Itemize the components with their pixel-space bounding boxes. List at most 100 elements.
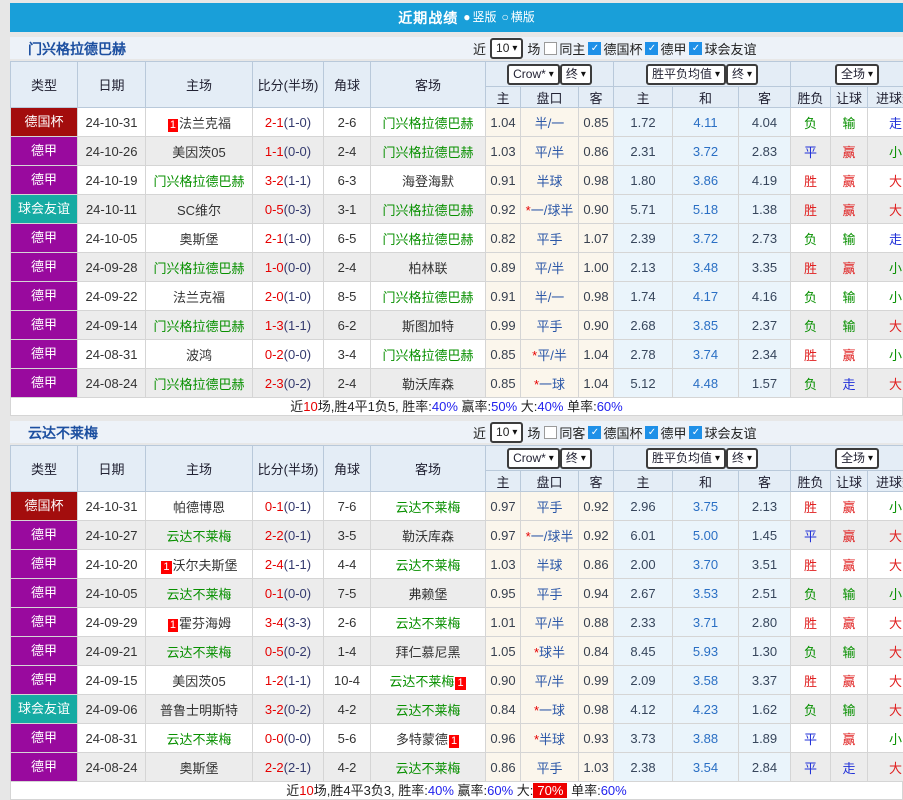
summary-segment: 场,胜4平1负5, 胜率: xyxy=(318,399,432,414)
corners-cell: 7-6 xyxy=(324,492,371,521)
competition-tag: 德甲 xyxy=(11,311,77,339)
odds-time-select[interactable]: 终▾ xyxy=(726,64,758,85)
handicap-away-odds: 1.00 xyxy=(579,253,614,282)
handicap-odds-group: Crow*▾终▾ xyxy=(486,62,614,87)
checkbox-checked-icon: ✓ xyxy=(645,42,658,55)
handicap-odds-group: Crow*▾终▾ xyxy=(486,446,614,471)
result-goals: 大 xyxy=(868,521,903,550)
match-row: 德甲24-10-19门兴格拉德巴赫3-2(1-1)6-3海登海默0.91半球0.… xyxy=(11,166,903,195)
sub-column-header: 客 xyxy=(739,471,791,492)
select-value: 终 xyxy=(732,66,744,83)
same-venue-checkbox[interactable]: 同客 xyxy=(544,423,585,442)
match-row: 德甲24-08-31云达不莱梅0-0(0-0)5-6多特蒙德10.96*半球0.… xyxy=(11,724,903,753)
match-date: 24-09-14 xyxy=(78,311,146,340)
home-team-cell: 美因茨05 xyxy=(146,666,253,695)
away-team-cell: 云达不莱梅 xyxy=(371,550,486,579)
handicap-line-text: 半球 xyxy=(536,558,562,573)
match-date: 24-09-28 xyxy=(78,253,146,282)
checkbox-checked-icon: ✓ xyxy=(645,426,658,439)
team-name: 门兴格拉德巴赫 xyxy=(153,377,244,392)
handicap-line: 平手 xyxy=(521,311,579,340)
handicap-line: 平/半 xyxy=(521,666,579,695)
half-time-score: (0-2) xyxy=(284,376,311,391)
competition-checkbox[interactable]: ✓德国杯 xyxy=(588,423,642,442)
team-name: 门兴格拉德巴赫 xyxy=(382,203,473,218)
away-team-cell: 门兴格拉德巴赫 xyxy=(371,282,486,311)
avg-home-odds: 1.80 xyxy=(614,166,673,195)
match-row: 德国杯24-10-311法兰克福2-1(1-0)2-6门兴格拉德巴赫1.04半/… xyxy=(11,108,903,137)
match-count-select[interactable]: 10▾ xyxy=(490,38,523,59)
bookmaker-select[interactable]: Crow*▾ xyxy=(507,64,560,85)
competition-tag: 德甲 xyxy=(11,369,77,397)
radio-selected-icon: ● xyxy=(463,10,470,24)
match-date: 24-08-24 xyxy=(78,369,146,398)
team-name: 普鲁士明斯特 xyxy=(160,703,238,718)
away-team-cell: 云达不莱梅1 xyxy=(371,666,486,695)
competition-checkbox[interactable]: ✓球会友谊 xyxy=(689,39,756,58)
match-row: 德甲24-09-22法兰克福2-0(1-0)8-5门兴格拉德巴赫0.91半/一0… xyxy=(11,282,903,311)
half-time-score: (1-0) xyxy=(284,115,311,130)
sub-column-header: 盘口 xyxy=(521,87,579,108)
handicap-away-odds: 0.98 xyxy=(579,166,614,195)
handicap-away-odds: 0.90 xyxy=(579,311,614,340)
result-goals: 小 xyxy=(868,492,903,521)
avg-away-odds: 3.51 xyxy=(739,550,791,579)
avg-home-odds: 2.31 xyxy=(614,137,673,166)
corners-cell: 3-5 xyxy=(324,521,371,550)
match-date: 24-10-26 xyxy=(78,137,146,166)
layout-radio-horizontal[interactable]: ○横版 xyxy=(502,3,535,32)
odds-time-select[interactable]: 终▾ xyxy=(560,448,592,469)
chevron-down-icon: ▾ xyxy=(512,424,517,441)
half-time-score: (0-1) xyxy=(284,499,311,514)
half-time-score: (1-1) xyxy=(284,318,311,333)
avg-away-odds: 1.30 xyxy=(739,637,791,666)
result-goals: 小 xyxy=(868,253,903,282)
team-name: 门兴格拉德巴赫 xyxy=(382,348,473,363)
score-cell: 3-4(3-3) xyxy=(253,608,324,637)
wdl-average-select[interactable]: 胜平负均值▾ xyxy=(646,448,726,469)
away-team-cell: 勒沃库森 xyxy=(371,521,486,550)
sub-column-header: 主 xyxy=(614,87,673,108)
competition-checkbox[interactable]: ✓球会友谊 xyxy=(689,423,756,442)
home-team-cell: 法兰克福 xyxy=(146,282,253,311)
result-goals: 小 xyxy=(868,137,903,166)
full-time-score: 2-4 xyxy=(265,557,284,572)
scope-select[interactable]: 全场▾ xyxy=(835,64,879,85)
same-venue-checkbox[interactable]: 同主 xyxy=(544,39,585,58)
odds-time-select[interactable]: 终▾ xyxy=(560,64,592,85)
odds-time-select[interactable]: 终▾ xyxy=(726,448,758,469)
select-value: Crow* xyxy=(513,450,546,467)
match-row: 德甲24-10-26美因茨051-1(0-0)2-4门兴格拉德巴赫1.03平/半… xyxy=(11,137,903,166)
match-type-cell: 球会友谊 xyxy=(11,195,78,224)
match-date: 24-10-20 xyxy=(78,550,146,579)
home-team-cell: 1法兰克福 xyxy=(146,108,253,137)
home-team-cell: 云达不莱梅 xyxy=(146,579,253,608)
handicap-home-odds: 0.95 xyxy=(486,579,521,608)
wdl-average-select[interactable]: 胜平负均值▾ xyxy=(646,64,726,85)
away-team-cell: 门兴格拉德巴赫 xyxy=(371,340,486,369)
sub-column-header: 和 xyxy=(673,471,739,492)
result-goals: 大 xyxy=(868,195,903,224)
handicap-line-text: 平手 xyxy=(536,232,562,247)
result-handicap: 走 xyxy=(831,753,868,782)
match-type-cell: 德甲 xyxy=(11,253,78,282)
competition-tag: 德甲 xyxy=(11,608,77,636)
layout-radio-vertical[interactable]: ●竖版 xyxy=(463,3,496,32)
away-team-cell: 云达不莱梅 xyxy=(371,492,486,521)
result-column-header: 进球数 xyxy=(868,471,903,492)
competition-checkbox[interactable]: ✓德国杯 xyxy=(588,39,642,58)
handicap-away-odds: 1.04 xyxy=(579,340,614,369)
away-team-cell: 弗赖堡 xyxy=(371,579,486,608)
chevron-down-icon: ▾ xyxy=(549,66,554,83)
competition-checkbox[interactable]: ✓德甲 xyxy=(645,423,686,442)
team-name: 门兴格拉德巴赫 xyxy=(153,261,244,276)
competition-checkbox[interactable]: ✓德甲 xyxy=(645,39,686,58)
half-time-score: (1-1) xyxy=(284,557,311,572)
match-count-select[interactable]: 10▾ xyxy=(490,422,523,443)
scope-select[interactable]: 全场▾ xyxy=(835,448,879,469)
avg-draw-odds: 4.48 xyxy=(673,369,739,398)
full-time-score: 0-1 xyxy=(265,586,284,601)
corners-cell: 2-6 xyxy=(324,108,371,137)
home-team-cell: 普鲁士明斯特 xyxy=(146,695,253,724)
bookmaker-select[interactable]: Crow*▾ xyxy=(507,448,560,469)
